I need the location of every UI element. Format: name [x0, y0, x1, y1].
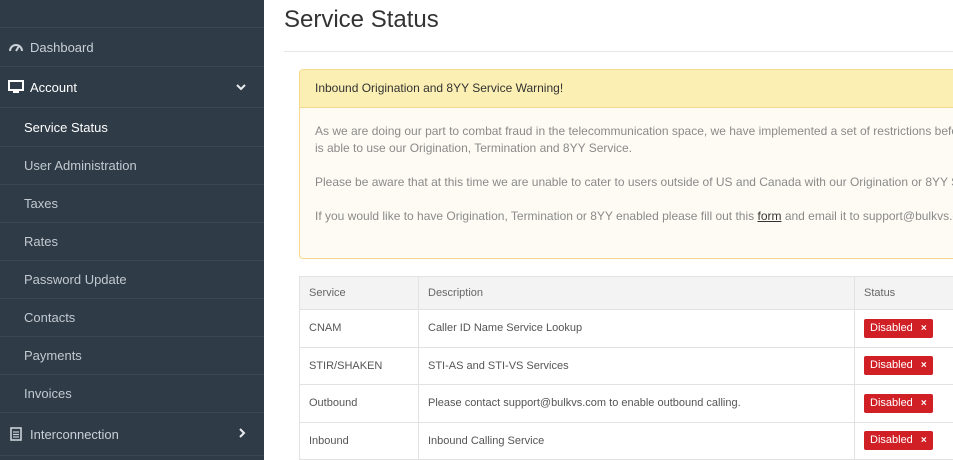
- close-icon: ×: [920, 435, 927, 447]
- close-icon: ×: [920, 397, 927, 409]
- sidebar-item-interconnection[interactable]: Interconnection: [0, 413, 264, 456]
- monitor-icon: [8, 79, 24, 95]
- table-row: Inbound Inbound Calling Service Disabled…: [299, 421, 953, 460]
- sidebar-item-label: Taxes: [24, 196, 58, 211]
- sidebar-item-password-update[interactable]: Password Update: [0, 261, 264, 299]
- sidebar-item-label: Interconnection: [30, 426, 119, 442]
- warning-heading: Inbound Origination and 8YY Service Warn…: [300, 70, 953, 108]
- sidebar-item-taxes[interactable]: Taxes: [0, 185, 264, 223]
- close-icon: ×: [920, 322, 927, 334]
- gauge-icon: [8, 39, 24, 55]
- warning-text: If you would like to have Origination, T…: [315, 209, 758, 223]
- sidebar-item-service-status[interactable]: Service Status: [0, 108, 264, 147]
- sidebar-item-label: User Administration: [24, 158, 137, 173]
- chevron-down-icon[interactable]: [236, 80, 246, 94]
- description-cell: STI-AS and STI-VS Services: [418, 346, 855, 385]
- table-row: CNAM Caller ID Name Service Lookup Disab…: [299, 309, 953, 348]
- service-table: Service Description Status CNAM Caller I…: [299, 276, 953, 460]
- chevron-right-icon[interactable]: [239, 427, 246, 441]
- status-cell: Disabled ×: [854, 384, 953, 423]
- warning-paragraph: As we are doing our part to combat fraud…: [315, 123, 953, 140]
- status-label: Disabled: [870, 434, 913, 447]
- service-cell: STIR/SHAKEN: [299, 346, 419, 385]
- page-title: Service Status: [284, 6, 439, 33]
- description-cell: Caller ID Name Service Lookup: [418, 309, 855, 348]
- sidebar-item-user-administration[interactable]: User Administration: [0, 147, 264, 185]
- sidebar-item-label: Password Update: [24, 272, 127, 287]
- sidebar-item-label: Contacts: [24, 310, 76, 325]
- status-label: Disabled: [870, 321, 913, 334]
- sidebar-item-label: Rates: [24, 234, 58, 249]
- table-row: STIR/SHAKEN STI-AS and STI-VS Services D…: [299, 346, 953, 385]
- warning-text: Please be aware that at this time we are…: [315, 175, 953, 189]
- warning-text: As we are doing our part to combat fraud…: [315, 124, 953, 138]
- sidebar-item-contacts[interactable]: Contacts: [0, 299, 264, 337]
- description-cell: Inbound Calling Service: [418, 421, 855, 460]
- status-cell: Disabled ×: [854, 309, 953, 348]
- sidebar-item-dashboard[interactable]: Dashboard: [0, 28, 264, 67]
- sidebar-top: [0, 0, 264, 28]
- sidebar-item-label: Invoices: [24, 386, 72, 401]
- sidebar-item-label: Payments: [24, 348, 82, 363]
- document-icon: [8, 426, 24, 442]
- warning-paragraph: is able to use our Origination, Terminat…: [315, 140, 953, 157]
- description-cell: Please contact support@bulkvs.com to ena…: [418, 384, 855, 423]
- warning-text: and email it to support@bulkvs.com: [784, 209, 953, 223]
- status-label: Disabled: [870, 359, 913, 372]
- form-link[interactable]: form: [757, 209, 781, 223]
- column-header-description: Description: [418, 276, 855, 310]
- status-label: Disabled: [870, 396, 913, 409]
- sidebar-item-invoices[interactable]: Invoices: [0, 375, 264, 413]
- service-cell: Outbound: [299, 384, 419, 423]
- service-cell: CNAM: [299, 309, 419, 348]
- status-badge[interactable]: Disabled ×: [864, 318, 933, 338]
- service-cell: Inbound: [299, 421, 419, 460]
- column-header-status: Status: [854, 276, 953, 310]
- warning-panel: Inbound Origination and 8YY Service Warn…: [299, 69, 953, 259]
- status-cell: Disabled ×: [854, 346, 953, 385]
- warning-paragraph: If you would like to have Origination, T…: [315, 208, 953, 225]
- status-cell: Disabled ×: [854, 421, 953, 460]
- status-badge[interactable]: Disabled ×: [864, 431, 933, 451]
- main-content: Service Status Inbound Origination and 8…: [264, 0, 953, 460]
- table-header-row: Service Description Status: [299, 276, 953, 310]
- warning-body: As we are doing our part to combat fraud…: [300, 108, 953, 257]
- warning-text: is able to use our Origination, Terminat…: [315, 141, 633, 155]
- sidebar-item-label: Dashboard: [30, 39, 94, 55]
- sidebar-item-rates[interactable]: Rates: [0, 223, 264, 261]
- close-icon: ×: [920, 360, 927, 372]
- sidebar-item-label: Service Status: [24, 119, 108, 135]
- sidebar: Dashboard Account Service Status User Ad…: [0, 0, 264, 460]
- sidebar-item-account[interactable]: Account: [0, 67, 264, 108]
- status-badge[interactable]: Disabled ×: [864, 393, 933, 413]
- warning-paragraph: Please be aware that at this time we are…: [315, 174, 953, 191]
- status-badge[interactable]: Disabled ×: [864, 356, 933, 376]
- sidebar-item-label: Account: [30, 79, 77, 95]
- sidebar-item-payments[interactable]: Payments: [0, 337, 264, 375]
- column-header-service: Service: [299, 276, 419, 310]
- table-row: Outbound Please contact support@bulkvs.c…: [299, 384, 953, 423]
- title-divider: [284, 51, 953, 52]
